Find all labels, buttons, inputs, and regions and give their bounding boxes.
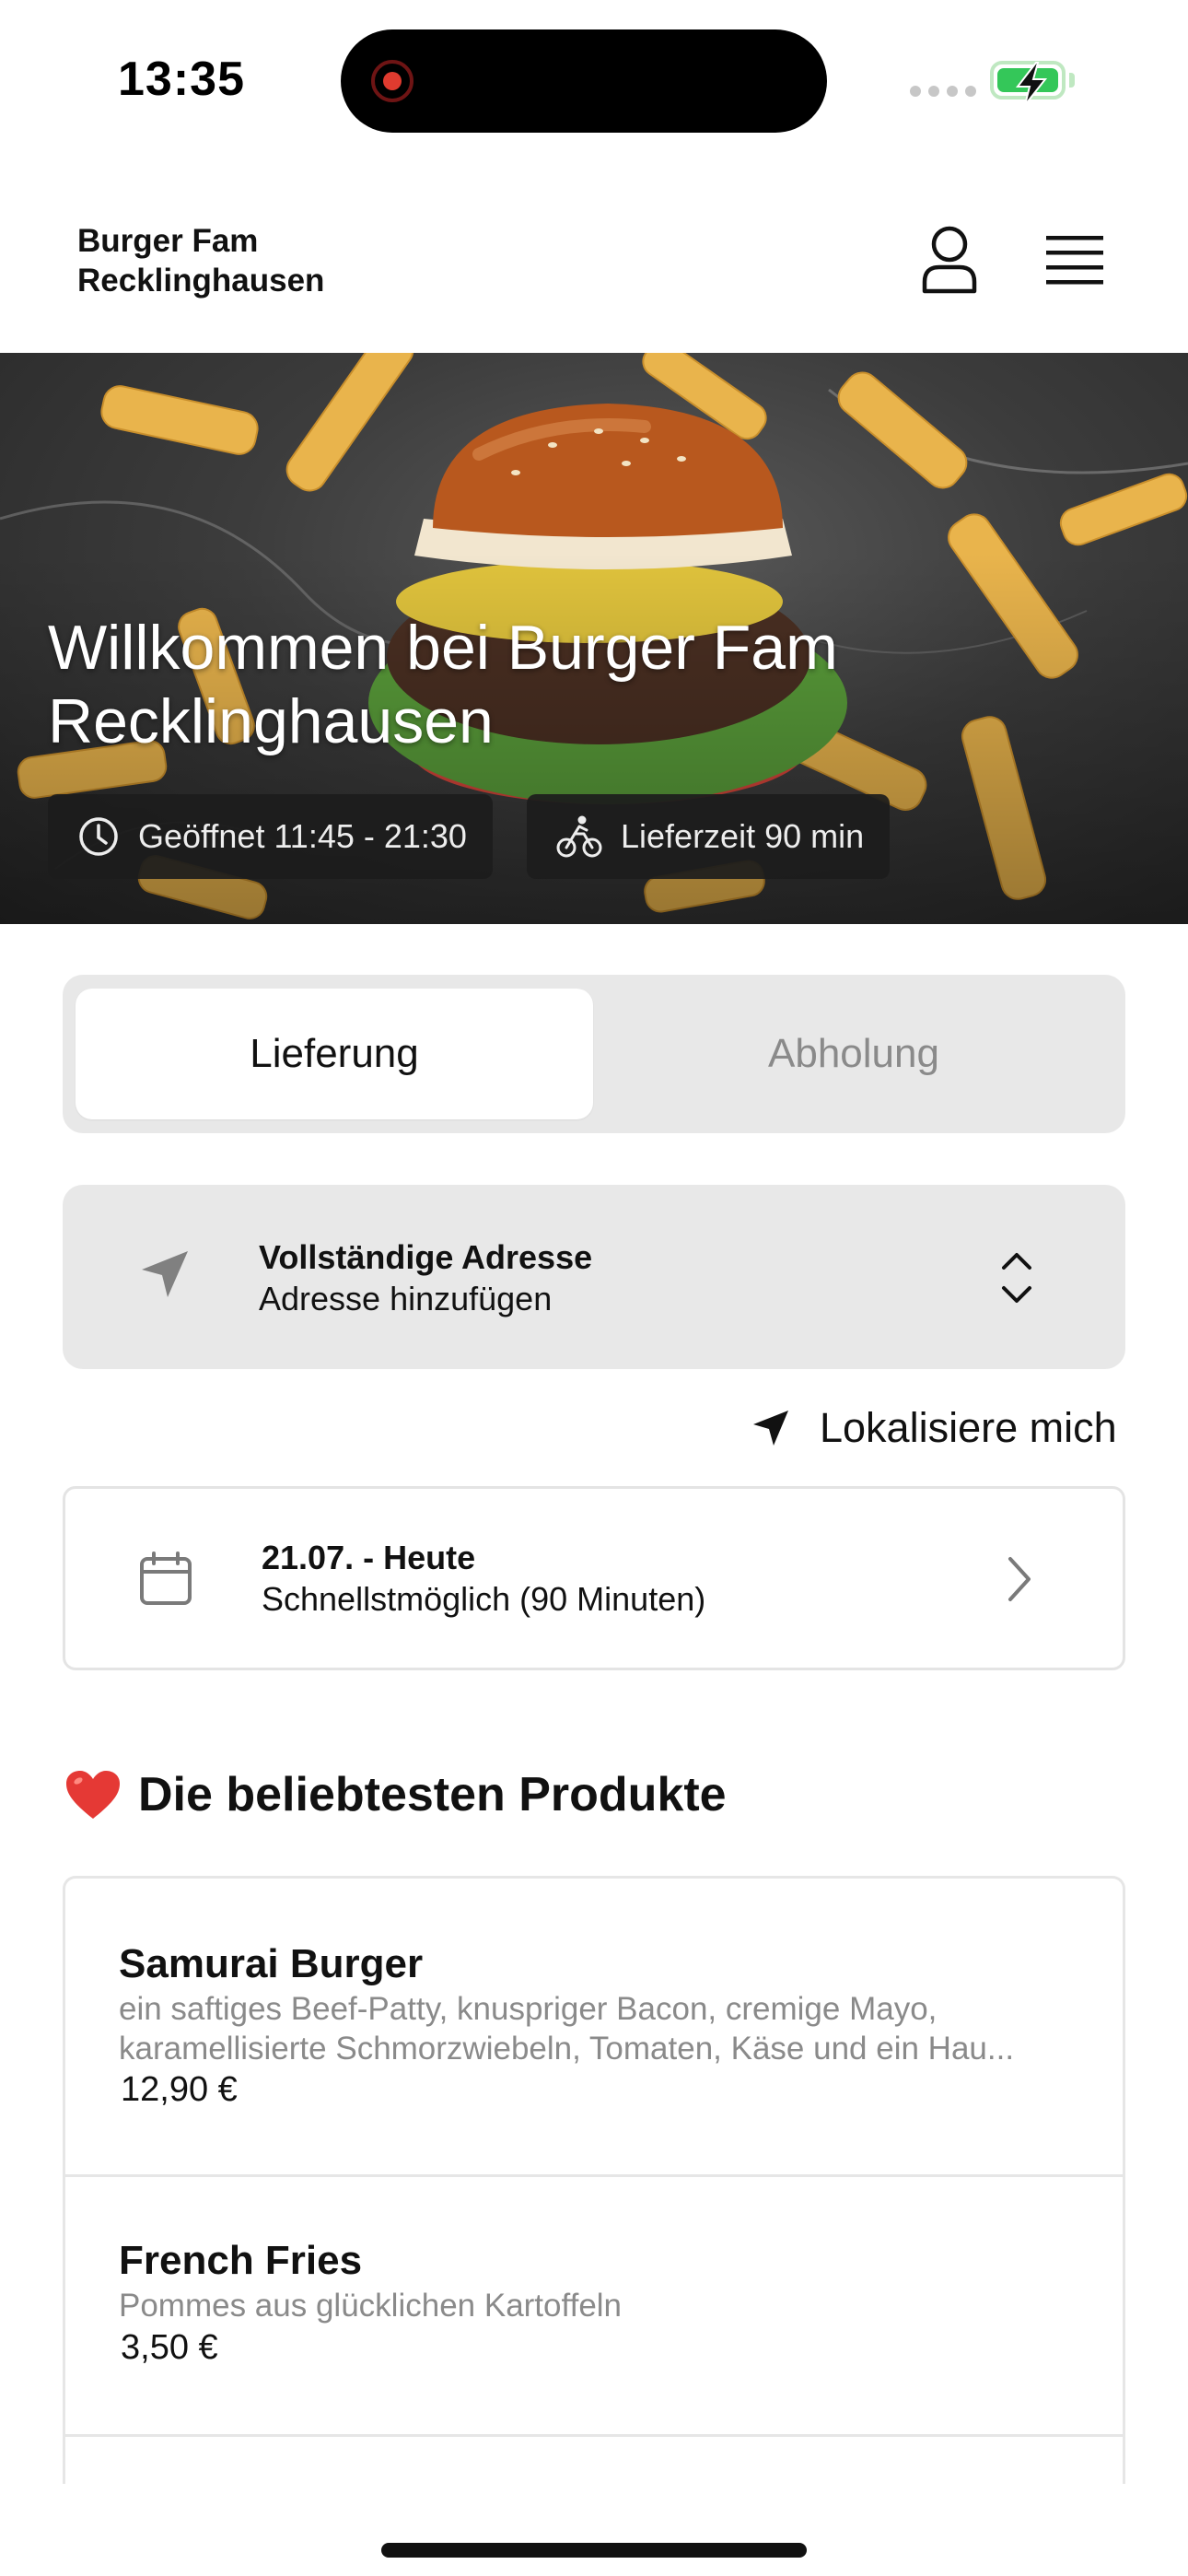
dynamic-island — [341, 29, 827, 133]
welcome-title: Willkommen bei Burger Fam Recklinghausen — [48, 613, 838, 756]
address-selector[interactable]: Vollständige Adresse Adresse hinzufügen — [63, 1185, 1125, 1369]
address-placeholder: Adresse hinzufügen — [259, 1280, 553, 1317]
navigation-arrow-icon — [753, 1411, 788, 1446]
product-name: Samurai Burger — [119, 1941, 424, 1986]
menu-button[interactable] — [1036, 223, 1113, 299]
product-description: ein saftiges Beef-Patty, knuspriger Baco… — [119, 1991, 1015, 2067]
battery-icon — [990, 61, 1066, 106]
bicycle-courier-icon — [556, 815, 602, 858]
hamburger-menu-icon — [1046, 236, 1103, 285]
product-price: 3,50 € — [121, 2328, 218, 2367]
popular-products-list: Samurai Burger ein saftiges Beef-Patty, … — [63, 1876, 1125, 2484]
order-mode-toggle: Lieferung Abholung — [63, 975, 1125, 1133]
locate-me-button[interactable]: Lokalisiere mich — [750, 1400, 1117, 1456]
status-bar: 13:35 — [0, 0, 1188, 157]
opening-hours-label: Geöffnet 11:45 - 21:30 — [138, 817, 467, 855]
popular-products-title: Die beliebtesten Produkte — [138, 1768, 727, 1821]
popular-products-heading: Die beliebtesten Produkte — [64, 1767, 727, 1822]
selected-date: 21.07. - Heute — [262, 1539, 476, 1576]
heart-icon — [66, 1771, 120, 1819]
user-icon — [922, 226, 977, 294]
chevron-right-icon — [1008, 1557, 1031, 1601]
address-title: Vollständige Adresse — [259, 1238, 593, 1276]
product-item[interactable]: Samurai Burger ein saftiges Beef-Patty, … — [65, 1879, 1123, 2177]
product-item[interactable]: French Fries Pommes aus glücklichen Kart… — [65, 2177, 1123, 2437]
delivery-time-label: Lieferzeit 90 min — [621, 817, 865, 855]
hero-banner: Willkommen bei Burger Fam Recklinghausen… — [0, 353, 1188, 924]
location-arrow-icon — [142, 1251, 188, 1297]
battery-cap — [1069, 73, 1075, 88]
chevron-up-down-icon — [1002, 1253, 1031, 1303]
status-time: 13:35 — [118, 53, 245, 106]
app-header: Burger Fam Recklinghausen — [0, 157, 1188, 353]
locate-me-label: Lokalisiere mich — [820, 1404, 1117, 1451]
product-name: French Fries — [119, 2238, 363, 2283]
delivery-time-badge: Lieferzeit 90 min — [527, 794, 891, 879]
tab-pickup[interactable]: Abholung — [595, 989, 1112, 1119]
home-indicator[interactable] — [381, 2543, 807, 2558]
product-description: Pommes aus glücklichen Kartoffeln — [119, 2288, 623, 2324]
restaurant-name[interactable]: Burger Fam Recklinghausen — [77, 221, 464, 300]
recording-indicator-icon — [371, 60, 413, 102]
calendar-icon — [140, 1551, 192, 1605]
clock-icon — [79, 817, 118, 856]
delivery-time-selector[interactable]: 21.07. - Heute Schnellstmöglich (90 Minu… — [63, 1486, 1125, 1670]
opening-hours-badge: Geöffnet 11:45 - 21:30 — [48, 794, 493, 879]
selected-time: Schnellstmöglich (90 Minuten) — [262, 1580, 706, 1618]
app-screen: 13:35 Burger Fam Recklinghausen Willkomm… — [0, 0, 1188, 2576]
product-price: 12,90 € — [121, 2070, 238, 2109]
signal-icon — [910, 86, 976, 97]
tab-delivery[interactable]: Lieferung — [76, 989, 593, 1119]
user-account-button[interactable] — [912, 223, 987, 299]
